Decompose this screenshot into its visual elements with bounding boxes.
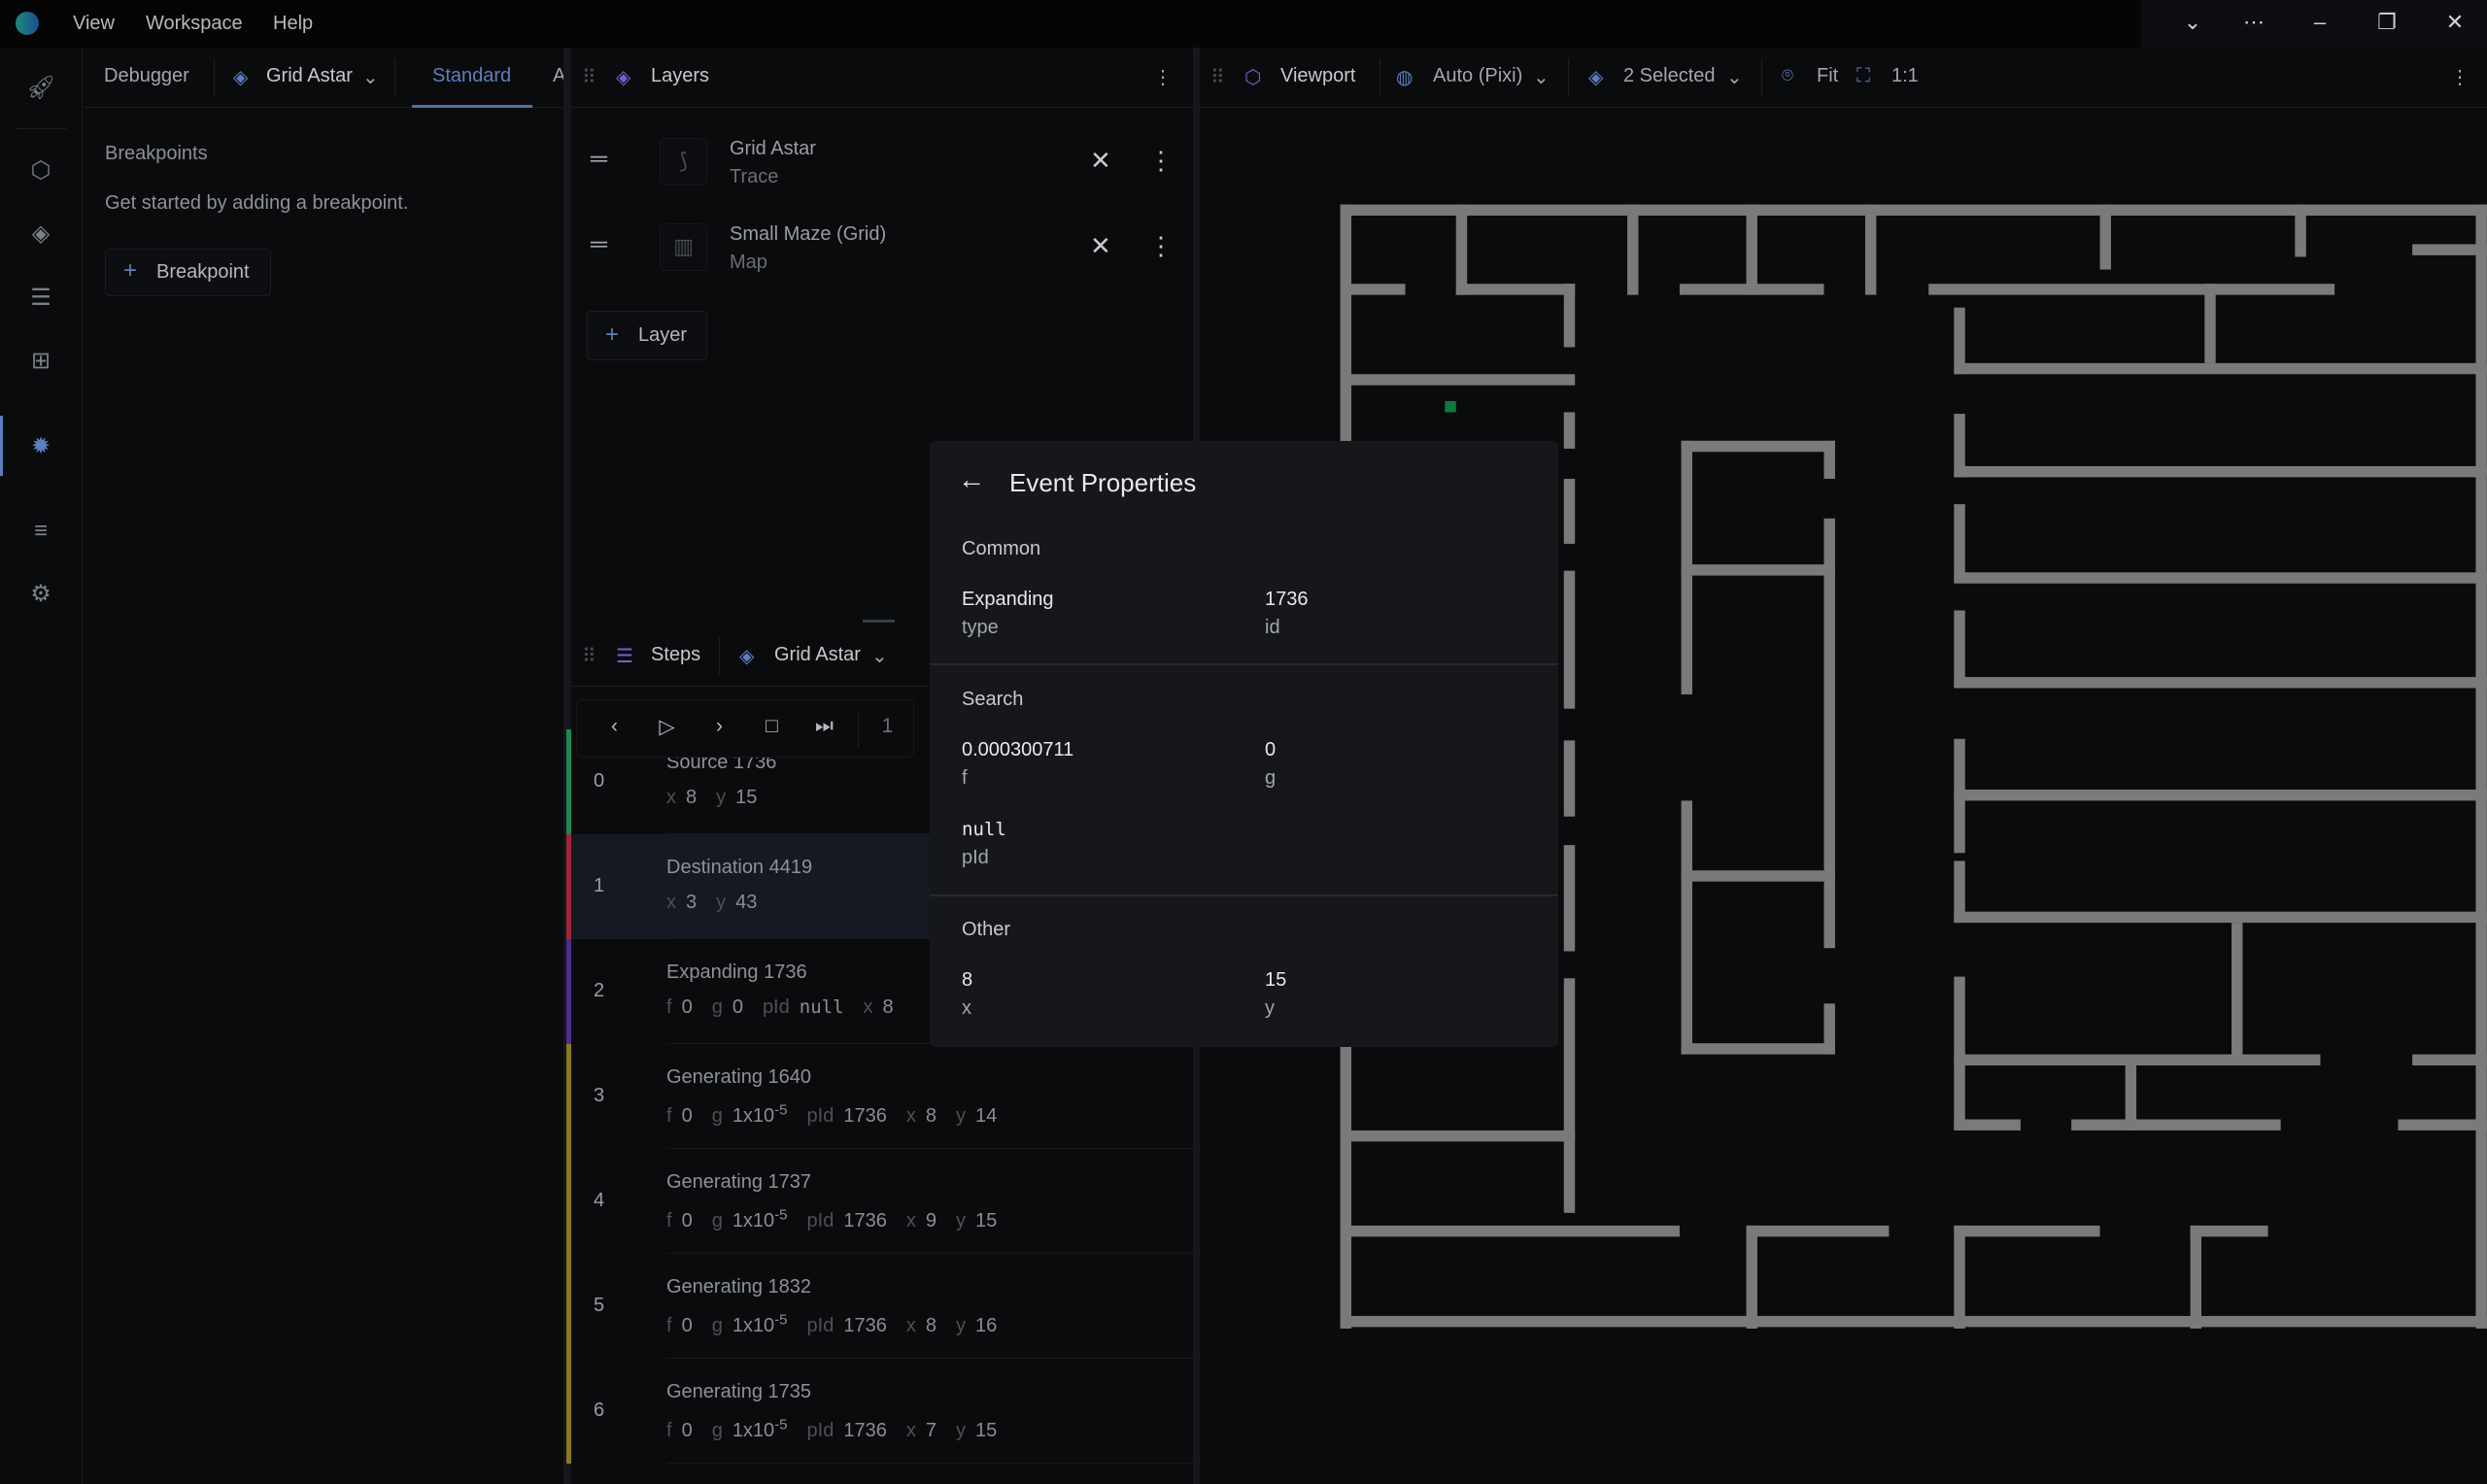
maze-wall	[1823, 440, 1835, 480]
maze-wall	[1954, 1225, 1965, 1330]
maze-wall	[1340, 374, 1576, 386]
maze-wall	[1340, 1130, 1576, 1142]
event-properties-popup: ← Event Properties Common Expanding type…	[930, 441, 1558, 1047]
section-common: Common	[962, 538, 1041, 559]
maze-wall	[1681, 870, 1835, 882]
maze-wall	[2099, 204, 2111, 270]
maze-wall	[1455, 284, 1576, 295]
maze-wall	[1627, 204, 1639, 295]
maze-wall	[2231, 923, 2243, 1066]
maze-wall	[2412, 244, 2487, 255]
maze-wall	[1563, 740, 1576, 817]
maze-wall	[1954, 572, 2487, 584]
maze-wall	[2071, 1119, 2281, 1130]
maze-wall	[1681, 800, 1692, 1055]
maze-wall	[1954, 1225, 2100, 1237]
maze-wall	[1823, 1003, 1835, 1055]
field-value: 15	[1265, 969, 1287, 991]
maze-wall	[1563, 479, 1576, 544]
maze-wall	[1340, 1225, 1680, 1237]
maze-wall	[1954, 1054, 2321, 1066]
field-value: null	[962, 819, 1006, 840]
maze-wall	[1954, 738, 1965, 854]
field-value: 0.000300711	[962, 739, 1074, 760]
field-value: Expanding	[962, 589, 1054, 610]
section-search: Search	[962, 689, 1024, 710]
maze-wall	[2125, 1065, 2137, 1130]
maze-wall	[2295, 204, 2306, 257]
field-value: 0	[1265, 739, 1277, 760]
field-key: pId	[962, 847, 989, 868]
maze-wall	[1954, 789, 2487, 801]
maze-wall	[1455, 204, 1468, 295]
section-other: Other	[962, 919, 1011, 940]
maze-wall	[1681, 1043, 1835, 1055]
maze-wall	[1681, 440, 1692, 695]
maze-wall	[1954, 911, 2487, 924]
field-key: type	[962, 617, 999, 638]
field-key: x	[962, 997, 971, 1019]
field-key: g	[1265, 767, 1277, 789]
field-key: f	[962, 767, 968, 789]
maze-wall	[1864, 204, 1877, 295]
maze-wall	[1563, 570, 1576, 709]
maze-wall	[2398, 1119, 2487, 1130]
maze-wall	[1954, 504, 1965, 583]
maze-wall	[1746, 204, 1757, 295]
maze-wall	[2190, 1225, 2202, 1330]
field-value: 1736	[1265, 589, 1309, 610]
maze-wall	[1954, 860, 1965, 924]
maze-wall	[2204, 284, 2216, 363]
maze-wall	[1954, 307, 1965, 375]
maze-wall	[1340, 204, 2487, 217]
maze-wall	[1954, 677, 2487, 689]
maze-wall	[1563, 284, 1576, 348]
maze-wall	[1340, 1315, 2487, 1328]
maze-wall	[1954, 414, 1965, 478]
maze-wall	[2475, 204, 2487, 1330]
source-node	[1445, 401, 1456, 413]
maze-wall	[1954, 465, 2487, 478]
maze-wall	[1563, 978, 1576, 1213]
maze-wall	[1681, 440, 1835, 453]
maze-wall	[1954, 610, 1965, 689]
field-key: id	[1265, 617, 1280, 638]
maze-wall	[2412, 1054, 2487, 1066]
back-arrow-icon[interactable]: ←	[958, 464, 985, 495]
field-key: y	[1265, 997, 1275, 1019]
maze-wall	[1681, 564, 1835, 576]
maze-wall	[1746, 1225, 1757, 1330]
maze-wall	[1563, 845, 1576, 952]
field-value: 8	[962, 969, 973, 991]
maze-wall	[1954, 362, 2487, 375]
maze-wall	[1746, 1225, 1890, 1237]
maze-wall	[2190, 1225, 2268, 1237]
popup-title: Event Properties	[1009, 468, 1197, 497]
maze-wall	[1954, 976, 1965, 1130]
maze-wall	[1823, 518, 1835, 949]
app-window: View Workspace Help ⌄ ⋯ – ❐ ✕ 🚀︎ ⬡ ◈ ☰ ⊞…	[0, 0, 2487, 1484]
maze-wall	[1928, 284, 2335, 295]
maze-wall	[1563, 412, 1576, 449]
